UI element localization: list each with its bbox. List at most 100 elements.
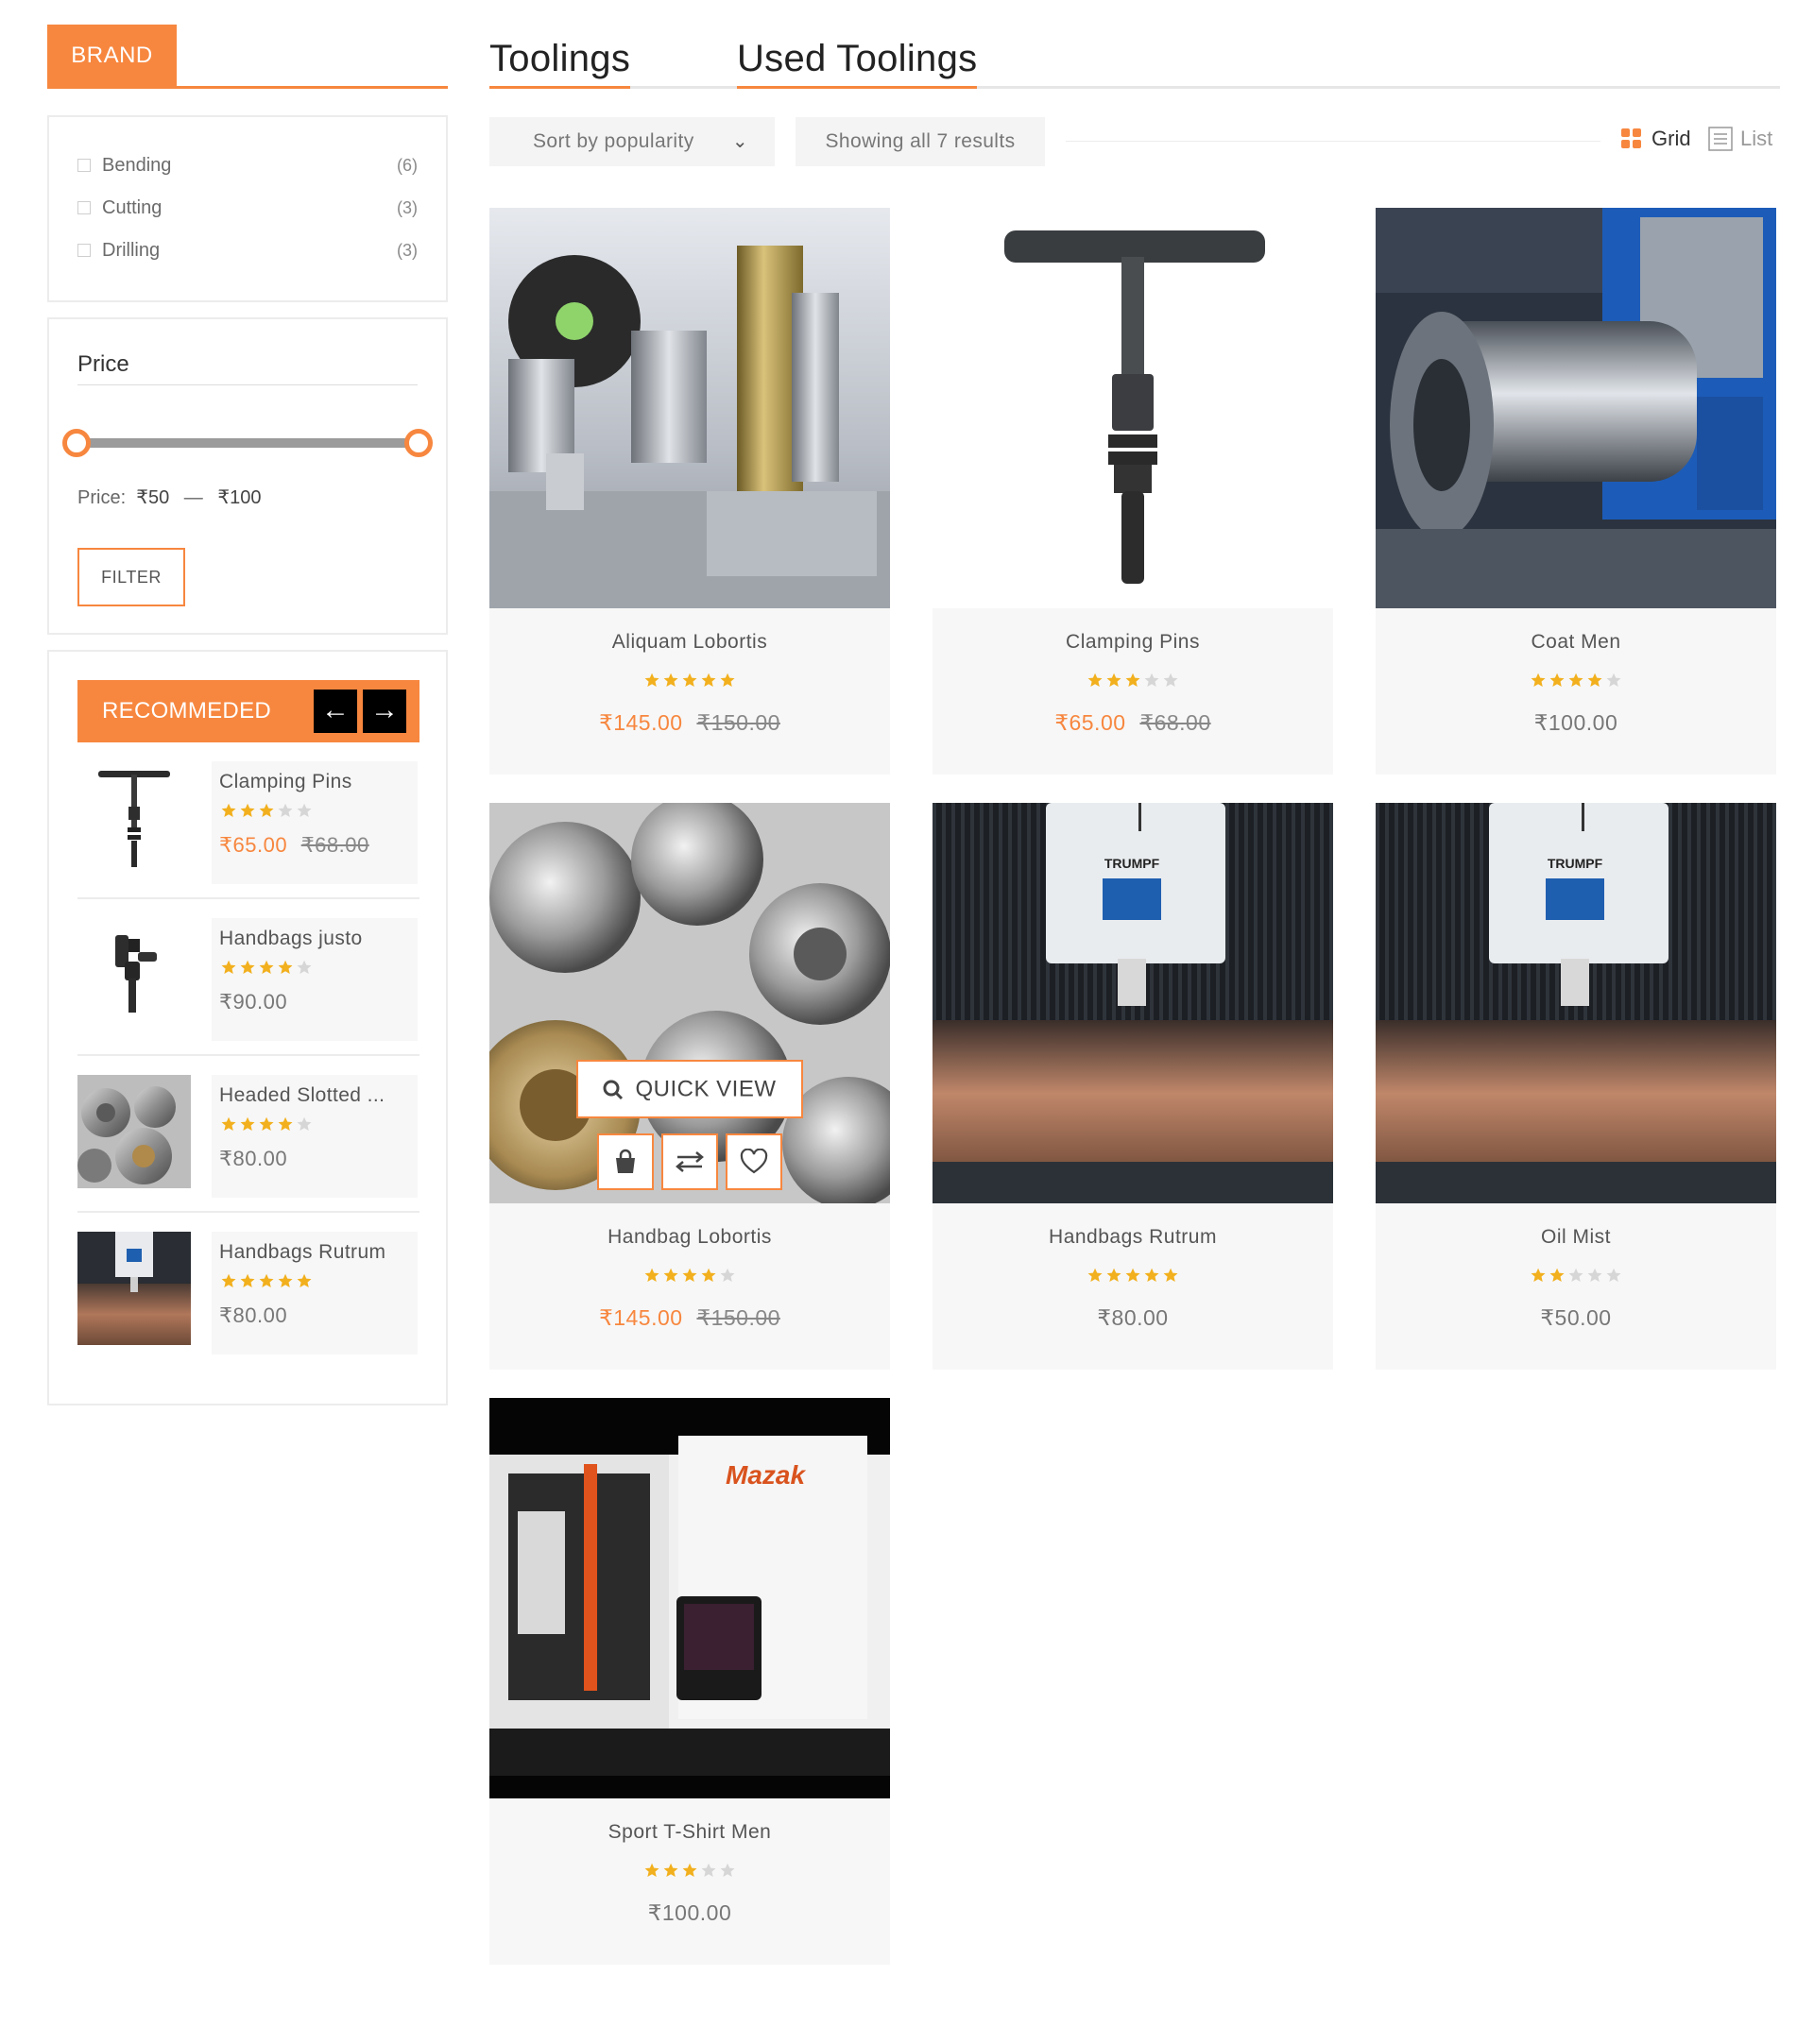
recommended-item[interactable]: Headed Slotted ... ₹80.00 — [77, 1058, 419, 1213]
star-empty-icon — [297, 803, 312, 817]
recommended-item[interactable]: Handbags justo ₹90.00 — [77, 901, 419, 1056]
star-empty-icon — [720, 1268, 735, 1282]
sort-select[interactable]: Sort by popularity ⌄ — [489, 117, 775, 166]
shopping-bag-icon — [611, 1148, 640, 1176]
product-name[interactable]: Headed Slotted ... — [219, 1084, 410, 1107]
product-name[interactable]: Sport T-Shirt Men — [489, 1821, 890, 1844]
product-name[interactable]: Clamping Pins — [933, 631, 1333, 654]
checkbox[interactable] — [77, 244, 91, 257]
add-to-cart-button[interactable] — [597, 1133, 654, 1190]
brand-item-count: (3) — [397, 197, 418, 217]
star-filled-icon — [720, 673, 735, 687]
product-card[interactable]: Mazak Sport T-Shirt Men ₹100.00 — [489, 1398, 890, 1965]
product-card[interactable]: TRUMPF Oil Mist ₹50.00 — [1376, 803, 1776, 1370]
compare-button[interactable] — [661, 1133, 718, 1190]
product-card[interactable]: Clamping Pins ₹65.00 ₹68.00 — [933, 208, 1333, 775]
brand-item-label: Bending — [102, 154, 172, 176]
rating-stars — [489, 1861, 890, 1884]
rating-stars — [219, 958, 410, 979]
product-name[interactable]: Oil Mist — [1376, 1226, 1776, 1249]
product-thumbnail[interactable] — [77, 761, 191, 875]
sale-price: ₹65.00 — [219, 833, 288, 857]
recommended-item-info: Clamping Pins ₹65.00 ₹68.00 — [212, 761, 418, 884]
product-image[interactable]: TRUMPF — [933, 803, 1333, 1203]
price-range-separator: — — [183, 487, 203, 508]
product-image[interactable]: Mazak — [489, 1398, 890, 1798]
price-widget-title: Price — [77, 348, 418, 385]
recommended-item-info: Headed Slotted ... ₹80.00 — [212, 1075, 418, 1198]
star-filled-icon — [1549, 673, 1565, 687]
product-name[interactable]: Clamping Pins — [219, 771, 410, 793]
price-slider-track[interactable] — [79, 438, 421, 448]
product-name[interactable]: Aliquam Lobortis — [489, 631, 890, 654]
star-filled-icon — [221, 1116, 236, 1131]
star-filled-icon — [240, 1116, 255, 1131]
star-filled-icon — [663, 1863, 678, 1877]
search-icon — [603, 1080, 624, 1100]
checkbox[interactable] — [77, 201, 91, 214]
product-card[interactable]: Coat Men ₹100.00 — [1376, 208, 1776, 775]
star-filled-icon — [1125, 1268, 1140, 1282]
star-filled-icon — [240, 803, 255, 817]
tab-used-toolings[interactable]: Used Toolings — [737, 38, 978, 89]
product-card[interactable]: Aliquam Lobortis ₹145.00 ₹150.00 — [489, 208, 890, 775]
original-price: ₹150.00 — [696, 710, 780, 735]
grid-icon — [1621, 128, 1642, 149]
product-card[interactable]: TRUMPF Handbags Rutrum ₹80.00 — [933, 803, 1333, 1370]
regular-price: ₹80.00 — [219, 1147, 288, 1170]
brand-item-bending[interactable]: Bending (6) — [77, 151, 418, 179]
chevron-down-icon: ⌄ — [731, 131, 748, 152]
price-slider-min-handle[interactable] — [62, 429, 91, 457]
product-name[interactable]: Handbags justo — [219, 928, 410, 950]
product-image[interactable] — [933, 208, 1333, 608]
product-name[interactable]: Handbags Rutrum — [219, 1241, 410, 1264]
quick-view-button[interactable]: QUICK VIEW — [576, 1060, 803, 1118]
product-image[interactable] — [1376, 208, 1776, 608]
product-image[interactable] — [489, 208, 890, 608]
product-price: ₹145.00 ₹150.00 — [489, 710, 890, 736]
star-empty-icon — [297, 960, 312, 974]
brand-item-drilling[interactable]: Drilling (3) — [77, 236, 418, 264]
brand-item-cutting[interactable]: Cutting (3) — [77, 194, 418, 222]
star-filled-icon — [1087, 1268, 1103, 1282]
star-empty-icon — [1606, 1268, 1621, 1282]
star-filled-icon — [240, 1273, 255, 1287]
arrow-right-icon[interactable]: → — [363, 690, 406, 733]
filter-button[interactable]: FILTER — [77, 548, 185, 606]
star-filled-icon — [259, 803, 274, 817]
wishlist-button[interactable] — [726, 1133, 782, 1190]
star-filled-icon — [297, 1273, 312, 1287]
star-filled-icon — [1568, 673, 1583, 687]
product-image[interactable]: TRUMPF — [1376, 803, 1776, 1203]
recommended-item[interactable]: Clamping Pins ₹65.00 ₹68.00 — [77, 744, 419, 899]
arrow-left-icon[interactable]: ← — [314, 690, 357, 733]
star-filled-icon — [644, 673, 659, 687]
product-name[interactable]: Coat Men — [1376, 631, 1776, 654]
grid-view-toggle[interactable]: Grid — [1621, 127, 1691, 151]
original-price: ₹68.00 — [1139, 710, 1211, 735]
product-price: ₹65.00 ₹68.00 — [933, 710, 1333, 736]
brand-item-label: Drilling — [102, 239, 161, 261]
recommended-item[interactable]: Handbags Rutrum ₹80.00 — [77, 1215, 419, 1370]
original-price: ₹68.00 — [300, 833, 369, 857]
product-name[interactable]: Handbags Rutrum — [933, 1226, 1333, 1249]
star-filled-icon — [259, 1273, 274, 1287]
product-card[interactable]: QUICK VIEW Handbag Lobortis ₹145.00 ₹150… — [489, 803, 890, 1370]
product-price: ₹80.00 — [219, 1303, 410, 1328]
price-range-label: Price: — [77, 487, 127, 508]
star-empty-icon — [1568, 1268, 1583, 1282]
rating-stars — [219, 801, 410, 822]
product-name[interactable]: Handbag Lobortis — [489, 1226, 890, 1249]
tab-toolings[interactable]: Toolings — [489, 38, 631, 89]
product-thumbnail[interactable] — [77, 918, 191, 1031]
star-empty-icon — [1144, 673, 1159, 687]
star-filled-icon — [701, 673, 716, 687]
recommended-item-info: Handbags Rutrum ₹80.00 — [212, 1232, 418, 1354]
price-slider-max-handle[interactable] — [404, 429, 433, 457]
sale-price: ₹145.00 — [599, 1305, 683, 1330]
list-view-toggle[interactable]: List — [1708, 127, 1772, 151]
product-thumbnail[interactable] — [77, 1232, 191, 1345]
checkbox[interactable] — [77, 159, 91, 172]
product-thumbnail[interactable] — [77, 1075, 191, 1188]
star-empty-icon — [297, 1116, 312, 1131]
